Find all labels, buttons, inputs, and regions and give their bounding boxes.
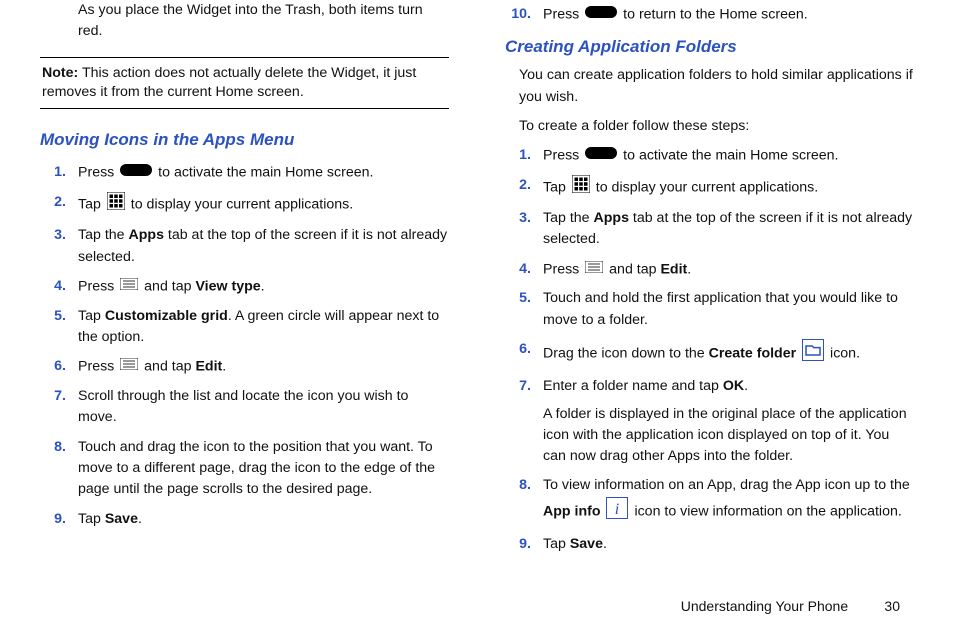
step-4: 4. Press and tap Edit. [505, 255, 914, 285]
steps-moving-icons: 1. Press to activate the main Home scree… [40, 158, 449, 533]
note-label: Note: [42, 65, 78, 81]
step-7: 7. Scroll through the list and locate th… [40, 382, 449, 433]
step-7: 7. Enter a folder name and tap OK. A fol… [505, 372, 914, 471]
home-button-icon [585, 4, 617, 25]
step-6: 6. Press and tap Edit. [40, 352, 449, 382]
step-2: 2. Tap to display your current applicati… [505, 171, 914, 204]
folders-intro-1: You can create application folders to ho… [505, 65, 914, 108]
step-5: 5. Touch and hold the first application … [505, 284, 914, 335]
page-number: 30 [870, 598, 900, 614]
step-5: 5. Tap Customizable grid. A green circle… [40, 302, 449, 353]
section-heading-app-folders: Creating Application Folders [505, 34, 914, 60]
section-heading-moving-icons: Moving Icons in the Apps Menu [40, 127, 449, 153]
page-footer: Understanding Your Phone 30 [681, 598, 900, 614]
step-6: 6. Drag the icon down to the Create fold… [505, 335, 914, 372]
step-4: 4. Press and tap View type. [40, 272, 449, 302]
menu-key-icon [585, 259, 603, 280]
left-column: As you place the Widget into the Trash, … [40, 0, 449, 559]
step-1: 1. Press to activate the main Home scree… [40, 158, 449, 188]
folders-intro-2: To create a folder follow these steps: [505, 116, 914, 137]
step-8: 8. To view information on an App, drag t… [505, 471, 914, 530]
step-10: 10. Press to return to the Home screen. [505, 0, 914, 30]
app-info-icon [606, 497, 628, 526]
note-text: This action does not actually delete the… [42, 65, 416, 100]
home-button-icon [120, 162, 152, 183]
apps-grid-icon [572, 175, 590, 200]
apps-grid-icon [107, 192, 125, 217]
step-3: 3. Tap the Apps tab at the top of the sc… [40, 221, 449, 272]
menu-key-icon [120, 356, 138, 377]
note-box: Note: This action does not actually dele… [40, 57, 449, 109]
step-9: 9. Tap Save. [505, 530, 914, 559]
step-8: 8. Touch and drag the icon to the positi… [40, 433, 449, 505]
menu-key-icon [120, 276, 138, 297]
steps-folders: 1. Press to activate the main Home scree… [505, 141, 914, 559]
step-1: 1. Press to activate the main Home scree… [505, 141, 914, 171]
footer-title: Understanding Your Phone [681, 598, 848, 614]
create-folder-icon [802, 339, 824, 368]
step-2: 2. Tap to display your current applicati… [40, 188, 449, 221]
step-3: 3. Tap the Apps tab at the top of the sc… [505, 204, 914, 255]
right-column: 10. Press to return to the Home screen. … [505, 0, 914, 559]
intro-text: As you place the Widget into the Trash, … [40, 0, 449, 43]
manual-page: As you place the Widget into the Trash, … [0, 0, 954, 636]
step-9: 9. Tap Save. [40, 505, 449, 534]
steps-continued: 10. Press to return to the Home screen. [505, 0, 914, 30]
home-button-icon [585, 145, 617, 166]
